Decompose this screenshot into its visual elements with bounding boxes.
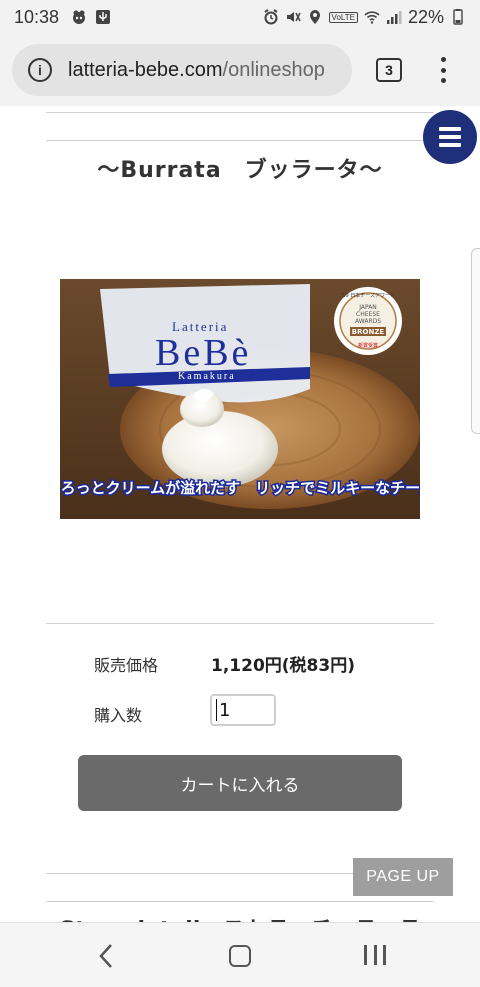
next-product-title: Stracciatella ストラッチャテッラ <box>0 912 480 922</box>
battery-icon <box>453 9 463 25</box>
address-bar[interactable]: i latteria-bebe.com/onlineshop <box>12 44 352 96</box>
price-label: 販売価格 <box>94 656 159 675</box>
url-domain: latteria-bebe.com <box>68 58 223 81</box>
page-up-button[interactable]: PAGE UP <box>353 858 453 896</box>
product-image: Latteria BeBè Kamakura '19 日本チーズアワード JAP… <box>60 279 420 519</box>
battery-percent: 22% <box>407 6 444 27</box>
mute-icon <box>286 12 301 22</box>
award-line-3: AWARDS <box>355 318 381 325</box>
quantity-input[interactable]: 1 <box>210 694 276 726</box>
bag-brand-place: Kamakura <box>178 371 236 382</box>
award-rank: BRONZE <box>352 328 385 336</box>
home-icon[interactable] <box>229 945 251 967</box>
status-bar: 10:38 VoLTE 22% <box>0 0 480 34</box>
volte-badge: VoLTE <box>328 11 358 23</box>
browser-toolbar: i latteria-bebe.com/onlineshop 3 <box>0 34 480 106</box>
page-content: 〜Burrata ブッラータ〜 Latteria BeBè Kamakura '… <box>0 106 480 922</box>
browser-menu-icon[interactable] <box>433 54 453 86</box>
status-time: 10:38 <box>14 6 60 27</box>
divider <box>46 623 434 624</box>
scrollbar-thumb[interactable] <box>471 248 480 434</box>
divider <box>46 140 434 141</box>
location-icon <box>309 10 320 24</box>
wifi-icon <box>364 11 380 24</box>
add-to-cart-button[interactable]: カートに入れる <box>78 755 402 811</box>
image-caption: とろっとクリームが溢れだす リッチでミルキーなチーズ <box>60 479 420 497</box>
award-bottom: 新賞受賞 <box>358 342 378 349</box>
product-title: 〜Burrata ブッラータ〜 <box>97 158 383 183</box>
system-nav-bar <box>0 922 480 987</box>
bag-brand-big: BeBè <box>155 332 251 374</box>
signal-icon <box>386 11 402 24</box>
url-path: /onlineshop <box>222 58 325 81</box>
award-badge: '19 日本チーズアワード JAPAN CHEESE AWARDS BRONZE… <box>334 287 402 355</box>
site-info-icon[interactable]: i <box>28 58 52 82</box>
url-text[interactable]: latteria-bebe.com/onlineshop <box>68 59 325 82</box>
award-line-2: CHEESE <box>356 311 380 318</box>
usb-icon <box>96 10 111 24</box>
quantity-label: 購入数 <box>94 706 143 725</box>
award-line-1: JAPAN <box>358 304 377 311</box>
app-notification-icon <box>73 10 86 24</box>
alarm-icon <box>263 9 278 25</box>
award-top: '19 日本チーズアワード <box>341 292 395 299</box>
hamburger-menu-button[interactable] <box>423 110 477 164</box>
back-icon[interactable] <box>96 941 116 971</box>
quantity-value: 1 <box>219 699 231 721</box>
tab-switcher-button[interactable]: 3 <box>376 58 402 82</box>
divider <box>46 112 434 113</box>
recent-apps-icon[interactable] <box>364 945 386 967</box>
divider <box>46 901 434 902</box>
price-value: 1,120円(税83円) <box>211 656 355 676</box>
